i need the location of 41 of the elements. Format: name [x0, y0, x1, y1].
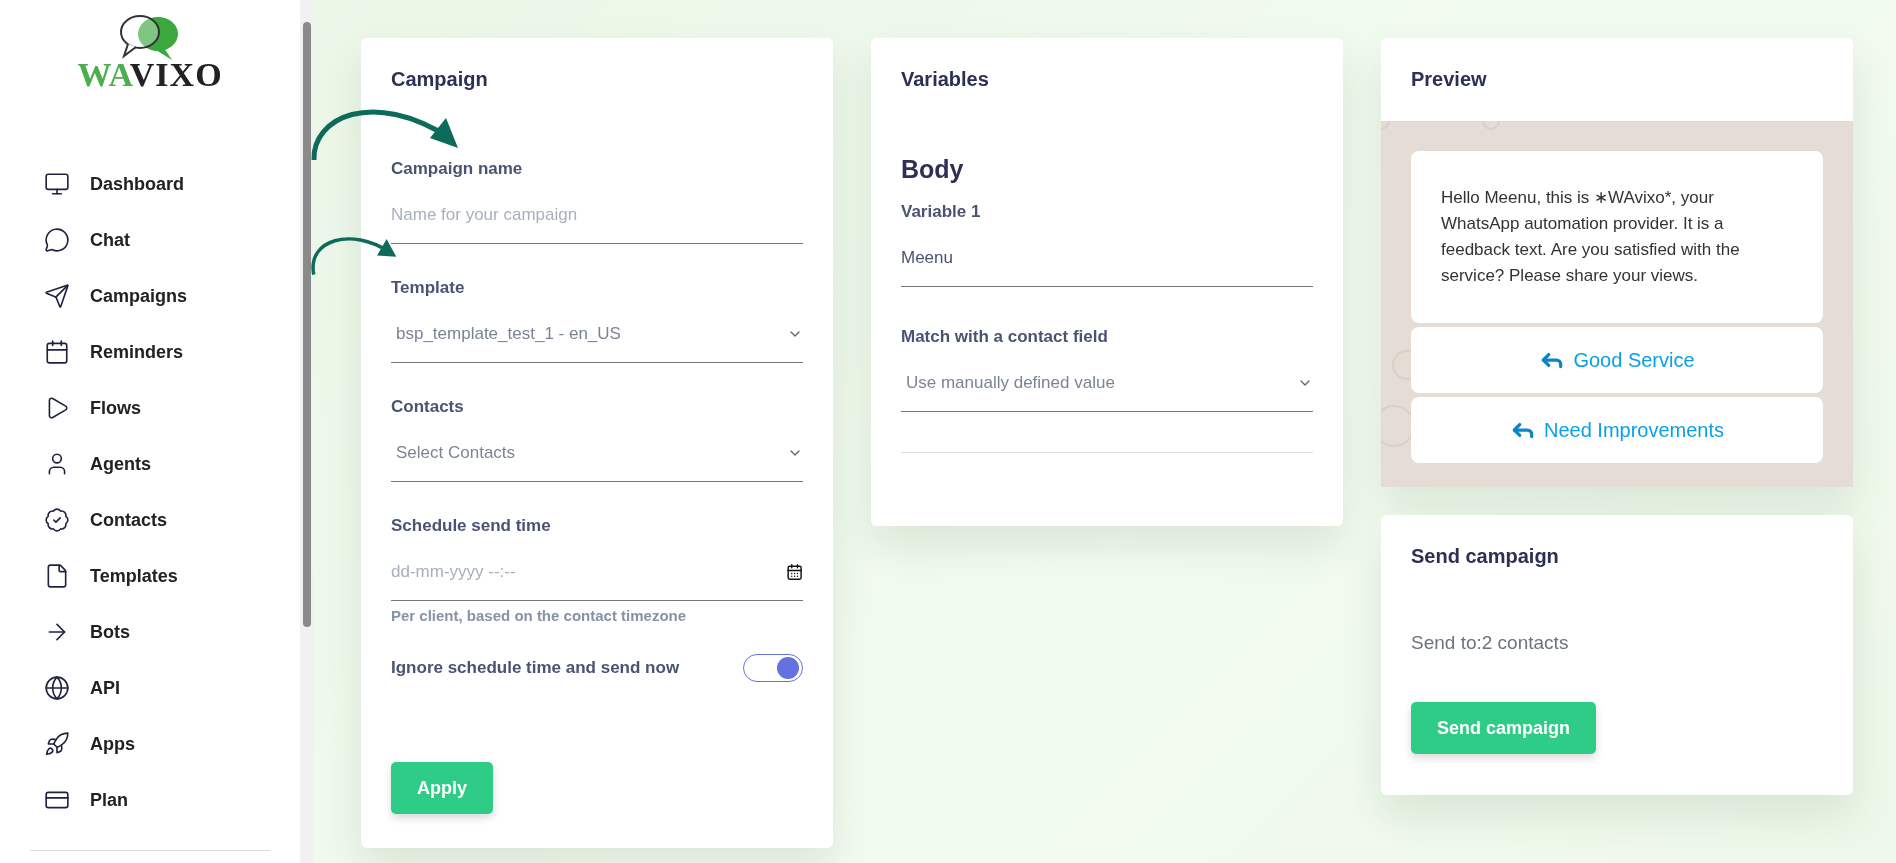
- sidebar-item[interactable]: Contacts: [44, 492, 167, 548]
- field-label: Campaign name: [391, 159, 524, 179]
- sidebar-item[interactable]: Reminders: [44, 324, 184, 380]
- badge-check-icon: [44, 507, 70, 533]
- sidebar-item[interactable]: Apps: [44, 716, 135, 772]
- scrollbar[interactable]: [300, 0, 313, 863]
- select-field[interactable]: Select Contacts: [391, 425, 803, 482]
- section-title: Body: [901, 155, 965, 184]
- send-icon: [44, 283, 70, 309]
- card-title: Preview: [1411, 67, 1488, 91]
- toggle-switch[interactable]: [743, 654, 803, 682]
- field-label: Schedule send time: [391, 516, 552, 536]
- calendar-icon: [44, 339, 70, 365]
- message-text: Hello Meenu, this is ∗WAvixo*, your WhatsApp automation provider. It is a feedback text. Are you satisfied with the service? Please share your views.: [1411, 151, 1823, 323]
- field-label: Match with a contact field: [901, 327, 1109, 347]
- field-label: Contacts: [391, 397, 465, 417]
- sidebar-item[interactable]: API: [44, 660, 120, 716]
- hint-text: Per client, based on the contact timezone: [391, 607, 688, 624]
- card-title: Variables: [901, 67, 990, 91]
- card-title: Campaign: [391, 67, 489, 91]
- sidebar-item[interactable]: Agents: [44, 436, 151, 492]
- select-field[interactable]: Use manually defined value: [901, 355, 1313, 412]
- select-field[interactable]: bsp_template_test_1 - en_US: [391, 306, 803, 363]
- sidebar-item[interactable]: Plan: [44, 772, 128, 828]
- monitor-icon: [44, 171, 70, 197]
- field-label: Variable 1: [901, 202, 982, 222]
- globe-icon: [44, 675, 70, 701]
- sidebar-item[interactable]: Chat: [44, 212, 130, 268]
- rocket-icon: [44, 731, 70, 757]
- chat-icon: [44, 227, 70, 253]
- sidebar-item[interactable]: Campaigns: [44, 268, 188, 324]
- sidebar-item[interactable]: Templates: [44, 548, 178, 604]
- logo-text: WAVIXO: [77, 56, 223, 94]
- card-title: Send campaign: [1411, 544, 1560, 568]
- field-label: Template: [391, 278, 466, 298]
- toggle-label: Ignore schedule time and send now: [391, 658, 680, 678]
- recipient-summary: Send to:2 contacts: [1411, 632, 1570, 654]
- sidebar-item[interactable]: Bots: [44, 604, 130, 660]
- calendar-icon: [785, 563, 803, 581]
- sidebar-item[interactable]: Dashboard: [44, 156, 185, 212]
- sidebar-item[interactable]: Flows: [44, 380, 141, 436]
